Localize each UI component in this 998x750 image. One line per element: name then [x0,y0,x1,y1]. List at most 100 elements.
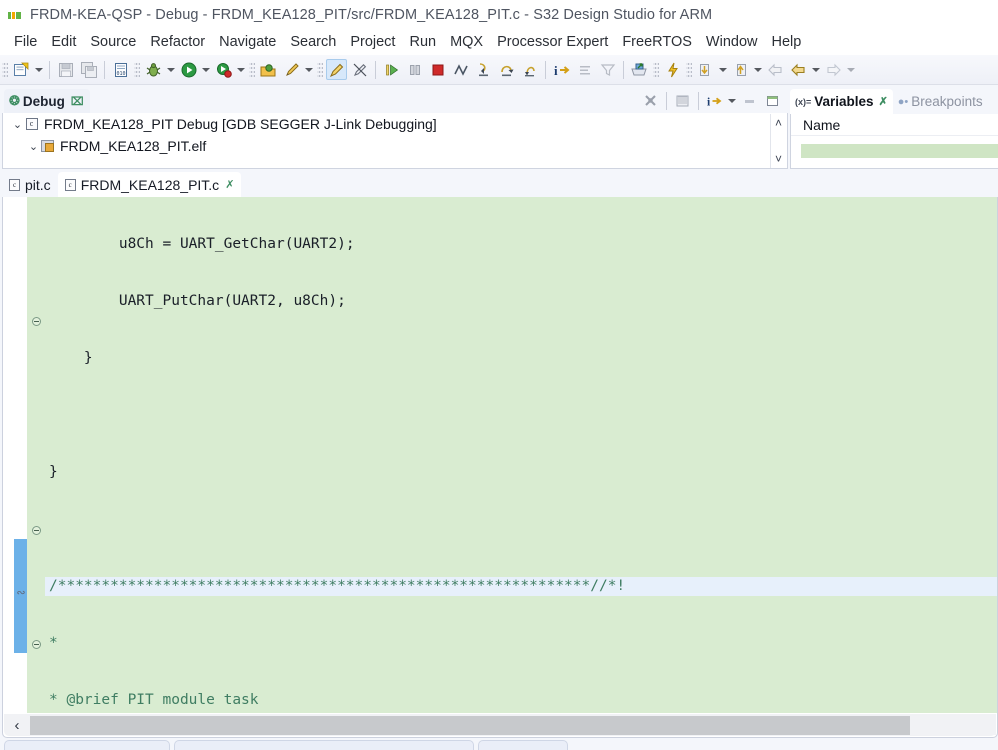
toolbar-grip[interactable] [249,60,255,79]
fold-toggle-icon[interactable] [27,312,45,331]
search-dropdown-arrow[interactable] [303,59,314,80]
profile-icon[interactable] [213,59,234,80]
debug-tree-scrollbar[interactable]: ˄ ˅ [770,114,786,168]
scrollbar-thumb[interactable] [30,715,910,735]
code-line[interactable]: u8Ch = UART_GetChar(UART2); [45,235,997,254]
scroll-left-icon[interactable]: ‹ [4,714,30,736]
code-line[interactable]: } [45,349,997,368]
quick-assist-icon[interactable]: ∾ [15,586,27,599]
fold-toggle-icon[interactable] [27,635,45,654]
debug-tree-row-elf[interactable]: ⌄ FRDM_KEA128_PIT.elf [3,135,787,157]
save-all-icon[interactable] [78,59,99,80]
skip-breakpoints-icon[interactable] [326,59,347,80]
close-icon[interactable]: ✗ [225,178,234,191]
step-over-icon[interactable] [496,59,517,80]
tab-variables[interactable]: (x)= Variables ✗ [790,89,893,114]
next-annotation-dropdown-arrow[interactable] [752,59,763,80]
menu-run[interactable]: Run [402,32,443,52]
view-menu-icon[interactable] [726,91,737,112]
menu-freertos[interactable]: FreeRTOS [615,32,699,52]
forward-history-dropdown-arrow[interactable] [845,59,856,80]
toolbar-grip[interactable] [653,60,659,79]
bottom-tab-2[interactable] [174,740,474,750]
tab-frdm-kea128-pit-c[interactable]: c FRDM_KEA128_PIT.c ✗ [57,172,242,197]
code-line[interactable]: * @brief PIT module task [45,691,997,710]
menu-file[interactable]: File [7,32,44,52]
variables-row[interactable] [801,144,998,158]
tab-debug[interactable]: ❂ Debug ⌧ [4,89,90,113]
instruction-stepping-icon[interactable]: i [551,59,572,80]
instruction-stepping-mode-icon[interactable]: i [704,91,725,112]
code-line[interactable] [45,406,997,425]
suspend-icon[interactable] [404,59,425,80]
previous-edit-icon[interactable] [788,59,809,80]
toolbar-grip[interactable] [134,60,140,79]
scrollbar-track[interactable] [910,715,996,735]
chevron-down-icon[interactable]: ⌄ [27,140,40,153]
forward-history-icon[interactable] [823,59,844,80]
menu-refactor[interactable]: Refactor [143,32,212,52]
new-icon[interactable] [11,59,32,80]
code-line[interactable]: } [45,463,997,482]
close-icon[interactable]: ✗ [879,95,888,108]
menu-help[interactable]: Help [764,32,808,52]
debug-icon[interactable] [143,59,164,80]
open-resource-icon[interactable] [258,59,279,80]
use-step-filters-icon[interactable] [597,59,618,80]
code-line[interactable]: UART_PutChar(UART2, u8Ch); [45,292,997,311]
debug-dropdown-arrow[interactable] [165,59,176,80]
profile-dropdown-arrow[interactable] [235,59,246,80]
build-icon[interactable]: 010 [110,59,131,80]
code-line-current[interactable]: /***************************************… [45,577,997,596]
drop-to-frame-icon[interactable] [574,59,595,80]
maximize-icon[interactable] [762,91,783,112]
bottom-tab-3[interactable] [478,740,568,750]
menu-processor-expert[interactable]: Processor Expert [490,32,615,52]
code-line[interactable]: * [45,634,997,653]
menu-source[interactable]: Source [83,32,143,52]
save-icon[interactable] [55,59,76,80]
previous-edit-dropdown-arrow[interactable] [810,59,821,80]
run-icon[interactable] [178,59,199,80]
toolbar-grip[interactable] [686,60,692,79]
editor-horizontal-scrollbar[interactable]: ‹ [4,714,996,736]
column-header-name[interactable]: Name [791,114,998,136]
scroll-down-icon[interactable]: ˅ [775,153,782,165]
debug-tree-row-launch[interactable]: ⌄ c FRDM_KEA128_PIT Debug [GDB SEGGER J-… [3,113,787,135]
run-dropdown-arrow[interactable] [200,59,211,80]
back-history-icon[interactable] [765,59,786,80]
scroll-up-icon[interactable]: ˄ [775,117,782,129]
search-icon[interactable] [281,59,302,80]
disconnect-icon[interactable] [450,59,471,80]
tab-breakpoints[interactable]: ●• Breakpoints [893,89,988,114]
menu-edit[interactable]: Edit [44,32,83,52]
previous-annotation-icon[interactable] [695,59,716,80]
menu-navigate[interactable]: Navigate [212,32,283,52]
toolbar-grip[interactable] [2,60,8,79]
fold-toggle-icon[interactable] [27,521,45,540]
quick-access-icon[interactable] [662,59,683,80]
menu-project[interactable]: Project [343,32,402,52]
toolbar-grip[interactable] [317,60,323,79]
remove-all-terminated-icon[interactable] [640,91,661,112]
step-return-icon[interactable] [519,59,540,80]
new-dropdown-arrow[interactable] [33,59,44,80]
close-icon[interactable]: ⌧ [71,95,84,108]
next-annotation-icon[interactable] [730,59,751,80]
chevron-down-icon[interactable]: ⌄ [11,118,24,131]
open-perspective-icon[interactable] [629,59,650,80]
menu-mqx[interactable]: MQX [443,32,490,52]
bottom-tab-1[interactable] [4,740,170,750]
relaunch-icon[interactable] [672,91,693,112]
menu-search[interactable]: Search [283,32,343,52]
terminate-icon[interactable] [427,59,448,80]
code-area[interactable]: u8Ch = UART_GetChar(UART2); UART_PutChar… [45,197,997,713]
code-line[interactable] [45,520,997,539]
minimize-icon[interactable] [739,91,760,112]
resume-icon[interactable] [381,59,402,80]
tab-pit-c[interactable]: c pit.c [2,172,58,197]
previous-annotation-dropdown-arrow[interactable] [717,59,728,80]
step-into-icon[interactable] [473,59,494,80]
pen-off-icon[interactable] [349,59,370,80]
menu-window[interactable]: Window [699,32,765,52]
